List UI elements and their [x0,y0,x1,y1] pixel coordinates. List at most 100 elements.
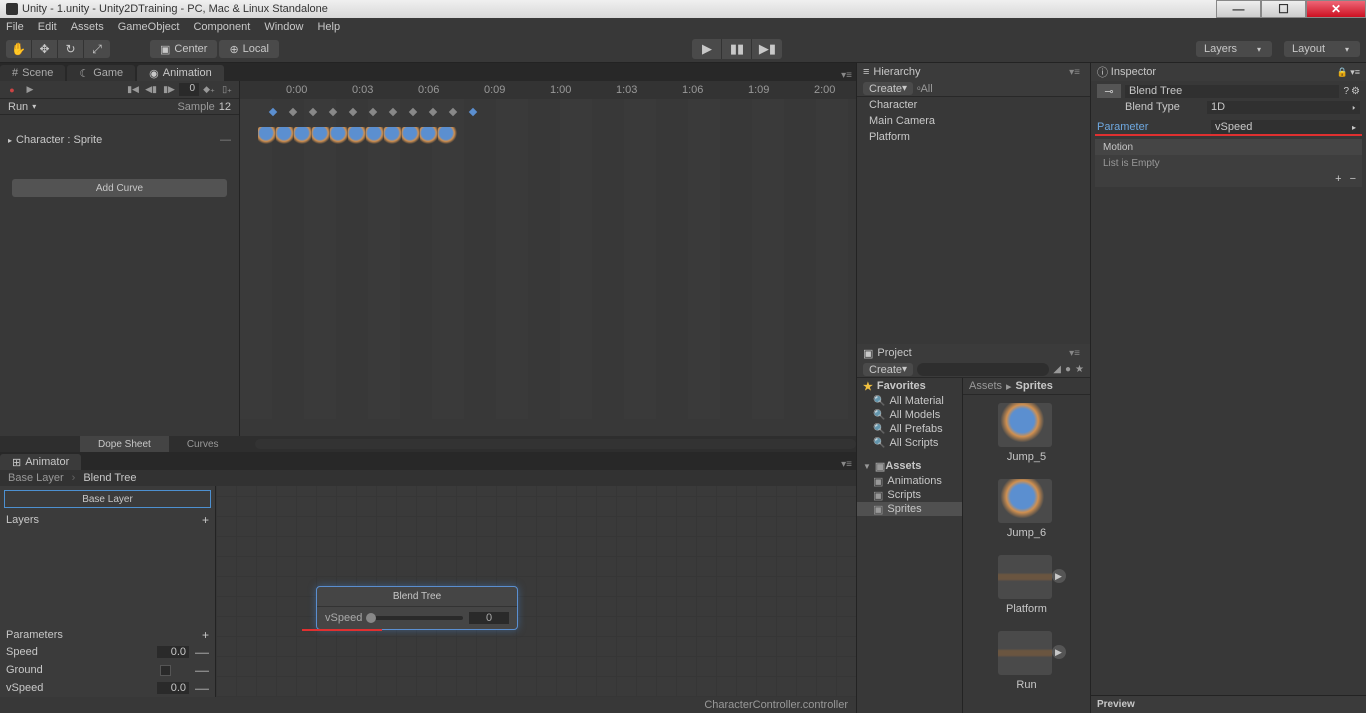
fav-scripts[interactable]: 🔍All Scripts [857,436,962,450]
help-icon[interactable]: ? [1343,86,1349,97]
keyframe[interactable] [389,108,397,116]
minimize-button[interactable]: — [1216,0,1261,18]
parameter-dropdown[interactable]: vSpeed▸ [1211,120,1360,134]
pivot-center-toggle[interactable]: ▣Center [150,40,217,58]
param-ground[interactable]: Ground — [0,661,215,679]
menu-assets[interactable]: Assets [71,21,104,33]
menu-file[interactable]: File [6,21,24,33]
scene-tab[interactable]: #Scene [0,65,65,81]
search-all-filter[interactable]: ᵒAll [917,83,933,95]
record-button[interactable]: ● [4,83,20,97]
asset-jump6[interactable]: Jump_6 [998,479,1056,539]
rotate-tool[interactable]: ↻ [58,40,84,58]
preview-header[interactable]: Preview [1091,695,1366,713]
next-frame-button[interactable]: ▮▶ [161,83,177,97]
keyframe[interactable] [289,108,297,116]
prev-frame-button[interactable]: ◀▮ [143,83,159,97]
gear-icon[interactable]: ⚙ [1351,86,1360,97]
remove-param-icon[interactable]: — [195,680,209,696]
layers-dropdown[interactable]: Layers [1196,41,1272,57]
panel-options-icon[interactable]: ▾≡ [841,70,856,81]
dopesheet-tab[interactable]: Dope Sheet [80,436,169,452]
timeline-body[interactable] [240,99,856,419]
menu-help[interactable]: Help [317,21,340,33]
remove-motion-button[interactable]: − [1350,173,1356,185]
param-speed[interactable]: Speed 0.0 — [0,643,215,661]
keyframe[interactable] [369,108,377,116]
path-assets[interactable]: Assets [969,380,1002,392]
game-tab[interactable]: ☾Game [67,65,135,81]
frame-field[interactable]: 0 [179,83,199,96]
timeline-scrollbar[interactable] [255,439,856,449]
asset-run[interactable]: Run [998,631,1056,691]
curves-tab[interactable]: Curves [169,436,237,452]
favorites-header[interactable]: ★Favorites [857,378,962,394]
add-curve-button[interactable]: Add Curve [12,179,227,197]
remove-param-icon[interactable]: — [195,662,209,678]
remove-prop-icon[interactable]: — [220,134,231,146]
folder-animations[interactable]: ▣Animations [857,474,962,488]
animation-tab[interactable]: ◉Animation [137,65,224,81]
lock-icon[interactable]: 🔒 ▾≡ [1337,67,1360,78]
add-motion-button[interactable]: + [1335,173,1341,185]
hierarchy-item-character[interactable]: Character [857,97,1090,113]
blend-type-dropdown[interactable]: 1D [1207,101,1360,114]
asset-jump5[interactable]: Jump_5 [998,403,1056,463]
fav-prefabs[interactable]: 🔍All Prefabs [857,422,962,436]
keyframe[interactable] [449,108,457,116]
property-row[interactable]: ▸ Character : Sprite — [0,131,239,149]
clip-dropdown-icon[interactable]: ▾ [32,102,36,111]
fav-materials[interactable]: 🔍All Material [857,394,962,408]
menu-edit[interactable]: Edit [38,21,57,33]
path-sprites[interactable]: Sprites [1016,380,1053,392]
layer-select[interactable]: Base Layer [4,490,211,508]
breadcrumb-base[interactable]: Base Layer [0,472,72,484]
node-slider[interactable] [368,616,463,620]
assets-header[interactable]: ▼▣ Assets [857,458,962,474]
play-button[interactable]: ▶ [692,39,722,59]
hand-tool[interactable]: ✋ [6,40,32,58]
keyframe[interactable] [469,108,477,116]
add-parameter-button[interactable]: + [202,628,209,642]
menu-window[interactable]: Window [264,21,303,33]
keyframe[interactable] [349,108,357,116]
hierarchy-create-dropdown[interactable]: Create ▾ [863,82,913,95]
animator-graph[interactable]: Blend Tree vSpeed 0 [216,486,856,697]
name-field[interactable]: Blend Tree [1125,85,1339,98]
sample-field[interactable]: 12 [219,101,231,113]
blend-tree-node[interactable]: Blend Tree vSpeed 0 [316,586,518,630]
layout-dropdown[interactable]: Layout [1284,41,1360,57]
add-event-button[interactable]: ▯₊ [219,83,235,97]
move-tool[interactable]: ✥ [32,40,58,58]
folder-sprites[interactable]: ▣Sprites [857,502,962,516]
scale-tool[interactable]: ⤢ [84,40,110,58]
keyframe[interactable] [429,108,437,116]
ground-checkbox[interactable] [160,665,171,676]
expand-icon[interactable]: ▼ [863,462,871,471]
project-search[interactable] [917,363,1049,376]
remove-param-icon[interactable]: — [195,644,209,660]
keyframe[interactable] [309,108,317,116]
asset-platform[interactable]: Platform [998,555,1056,615]
hierarchy-item-platform[interactable]: Platform [857,129,1090,145]
breadcrumb-blend[interactable]: Blend Tree [75,472,144,484]
panel-options-icon[interactable]: ▾≡ [1069,348,1084,359]
folder-scripts[interactable]: ▣Scripts [857,488,962,502]
maximize-button[interactable]: ☐ [1261,0,1306,18]
panel-options-icon[interactable]: ▾≡ [1069,67,1084,78]
animator-tab[interactable]: ⊞Animator [0,454,81,470]
filter-icon[interactable]: ◢ [1053,364,1061,375]
timeline-header[interactable]: 0:00 0:03 0:06 0:09 1:00 1:03 1:06 1:09 … [240,81,856,99]
panel-options-icon[interactable]: ▾≡ [841,459,856,470]
pause-button[interactable]: ▮▮ [722,39,752,59]
keyframe[interactable] [269,108,277,116]
fav-models[interactable]: 🔍All Models [857,408,962,422]
menu-gameobject[interactable]: GameObject [118,21,180,33]
hierarchy-item-camera[interactable]: Main Camera [857,113,1090,129]
menu-component[interactable]: Component [193,21,250,33]
step-button[interactable]: ▶▮ [752,39,782,59]
project-create-dropdown[interactable]: Create ▾ [863,363,913,376]
add-keyframe-button[interactable]: ◆₊ [201,83,217,97]
keyframe[interactable] [409,108,417,116]
param-vspeed[interactable]: vSpeed 0.0 — [0,679,215,697]
